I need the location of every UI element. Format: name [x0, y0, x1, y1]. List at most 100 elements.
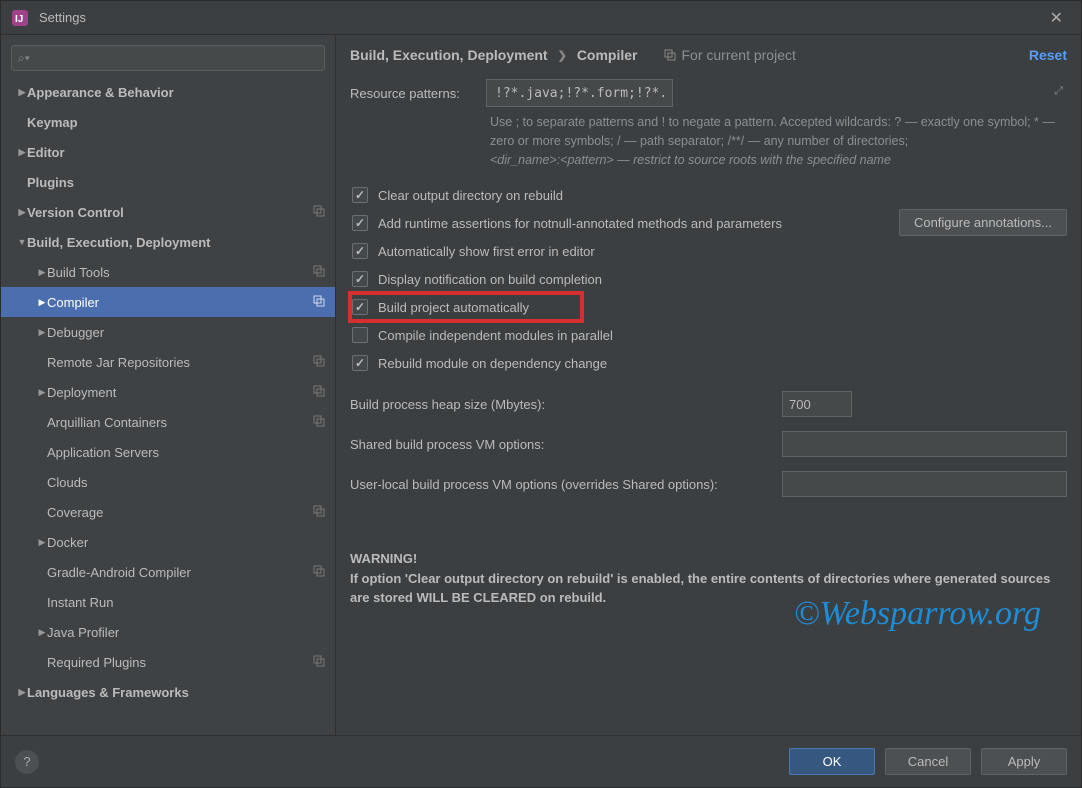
sidebar-item-label: Languages & Frameworks — [27, 685, 325, 700]
expand-icon[interactable]: ⤢ — [1054, 85, 1063, 98]
sidebar-item-deployment[interactable]: ▶Deployment — [1, 377, 335, 407]
checkbox[interactable] — [352, 299, 368, 315]
search-input[interactable]: ⌕▾ — [11, 45, 325, 71]
sidebar-item-plugins[interactable]: Plugins — [1, 167, 335, 197]
checkbox-label: Display notification on build completion — [378, 272, 602, 287]
tree-arrow-icon: ▶ — [17, 687, 27, 698]
content-panel: Build, Execution, Deployment ❯ Compiler … — [336, 35, 1081, 735]
cancel-button[interactable]: Cancel — [885, 748, 971, 775]
shared-vm-label: Shared build process VM options: — [350, 437, 782, 452]
close-icon[interactable]: ✕ — [1042, 4, 1071, 32]
help-button[interactable]: ? — [15, 750, 39, 774]
userlocal-vm-input[interactable] — [782, 471, 1067, 497]
titlebar: IJ Settings ✕ — [1, 1, 1081, 35]
copy-icon — [313, 385, 325, 400]
checkbox-label: Compile independent modules in parallel — [378, 328, 613, 343]
chevron-right-icon: ❯ — [558, 49, 567, 62]
checkbox[interactable] — [352, 327, 368, 343]
sidebar-item-java-profiler[interactable]: ▶Java Profiler — [1, 617, 335, 647]
heap-size-row: Build process heap size (Mbytes): — [350, 391, 1067, 417]
resource-patterns-label: Resource patterns: — [350, 86, 486, 101]
sidebar-item-build-tools[interactable]: ▶Build Tools — [1, 257, 335, 287]
checkbox[interactable] — [352, 215, 368, 231]
copy-icon — [313, 505, 325, 520]
sidebar-item-label: Required Plugins — [47, 655, 313, 670]
sidebar-item-instant-run[interactable]: Instant Run — [1, 587, 335, 617]
copy-icon — [313, 655, 325, 670]
checkbox-label: Build project automatically — [378, 300, 529, 315]
sidebar-item-application-servers[interactable]: Application Servers — [1, 437, 335, 467]
checkbox-row: Rebuild module on dependency change — [350, 349, 1067, 377]
sidebar-item-appearance-behavior[interactable]: ▶Appearance & Behavior — [1, 77, 335, 107]
shared-vm-row: Shared build process VM options: — [350, 431, 1067, 457]
sidebar-item-label: Appearance & Behavior — [27, 85, 325, 100]
heap-size-label: Build process heap size (Mbytes): — [350, 397, 782, 412]
sidebar-item-label: Instant Run — [47, 595, 325, 610]
svg-text:IJ: IJ — [15, 14, 23, 25]
copy-icon — [313, 295, 325, 310]
sidebar-item-label: Remote Jar Repositories — [47, 355, 313, 370]
tree-arrow-icon: ▶ — [37, 627, 47, 638]
sidebar-item-editor[interactable]: ▶Editor — [1, 137, 335, 167]
sidebar-item-label: Compiler — [47, 295, 313, 310]
sidebar-item-arquillian-containers[interactable]: Arquillian Containers — [1, 407, 335, 437]
userlocal-vm-label: User-local build process VM options (ove… — [350, 477, 782, 492]
breadcrumb: Build, Execution, Deployment ❯ Compiler … — [350, 47, 1067, 63]
ok-button[interactable]: OK — [789, 748, 875, 775]
dialog-footer: ? OK Cancel Apply — [1, 735, 1081, 787]
tree-arrow-icon: ▶ — [37, 267, 47, 278]
settings-sidebar: ⌕▾ ▶Appearance & BehaviorKeymap▶EditorPl… — [1, 35, 336, 735]
sidebar-item-label: Docker — [47, 535, 325, 550]
checkbox[interactable] — [352, 355, 368, 371]
sidebar-item-version-control[interactable]: ▶Version Control — [1, 197, 335, 227]
sidebar-item-build-execution-deployment[interactable]: ▼Build, Execution, Deployment — [1, 227, 335, 257]
sidebar-item-docker[interactable]: ▶Docker — [1, 527, 335, 557]
tree-arrow-icon: ▼ — [17, 237, 27, 247]
tree-arrow-icon: ▶ — [37, 297, 47, 308]
app-icon: IJ — [11, 9, 29, 27]
copy-icon — [313, 415, 325, 430]
resource-patterns-hint: Use ; to separate patterns and ! to nega… — [490, 113, 1067, 169]
copy-icon — [313, 265, 325, 280]
sidebar-item-label: Editor — [27, 145, 325, 160]
sidebar-item-label: Plugins — [27, 175, 325, 190]
warning-heading: WARNING! — [350, 549, 1067, 569]
sidebar-item-remote-jar-repositories[interactable]: Remote Jar Repositories — [1, 347, 335, 377]
copy-icon — [313, 565, 325, 580]
sidebar-item-debugger[interactable]: ▶Debugger — [1, 317, 335, 347]
apply-button[interactable]: Apply — [981, 748, 1067, 775]
sidebar-item-gradle-android-compiler[interactable]: Gradle-Android Compiler — [1, 557, 335, 587]
tree-arrow-icon: ▶ — [17, 207, 27, 218]
checkbox[interactable] — [352, 243, 368, 259]
watermark: ©Websparrow.org — [794, 595, 1041, 633]
sidebar-item-label: Gradle-Android Compiler — [47, 565, 313, 580]
sidebar-item-languages-frameworks[interactable]: ▶Languages & Frameworks — [1, 677, 335, 707]
tree-arrow-icon: ▶ — [37, 387, 47, 398]
configure-annotations-button[interactable]: Configure annotations... — [899, 209, 1067, 236]
sidebar-item-clouds[interactable]: Clouds — [1, 467, 335, 497]
tree-arrow-icon: ▶ — [17, 87, 27, 98]
sidebar-item-coverage[interactable]: Coverage — [1, 497, 335, 527]
sidebar-item-keymap[interactable]: Keymap — [1, 107, 335, 137]
sidebar-item-label: Coverage — [47, 505, 313, 520]
sidebar-item-label: Arquillian Containers — [47, 415, 313, 430]
search-icon: ⌕▾ — [18, 51, 30, 66]
sidebar-item-label: Build, Execution, Deployment — [27, 235, 325, 250]
heap-size-input[interactable] — [782, 391, 852, 417]
checkbox-row: Clear output directory on rebuild — [350, 181, 1067, 209]
copy-icon — [313, 355, 325, 370]
checkbox-label: Clear output directory on rebuild — [378, 188, 563, 203]
checkbox[interactable] — [352, 187, 368, 203]
sidebar-item-label: Version Control — [27, 205, 313, 220]
shared-vm-input[interactable] — [782, 431, 1067, 457]
resource-patterns-row: Resource patterns: ⤢ — [350, 79, 1067, 107]
sidebar-item-label: Clouds — [47, 475, 325, 490]
tree-arrow-icon: ▶ — [37, 537, 47, 548]
resource-patterns-input[interactable] — [486, 79, 673, 107]
reset-link[interactable]: Reset — [1029, 47, 1067, 63]
breadcrumb-root[interactable]: Build, Execution, Deployment — [350, 47, 548, 63]
sidebar-item-required-plugins[interactable]: Required Plugins — [1, 647, 335, 677]
tree-arrow-icon: ▶ — [17, 147, 27, 158]
checkbox[interactable] — [352, 271, 368, 287]
sidebar-item-compiler[interactable]: ▶Compiler — [1, 287, 335, 317]
